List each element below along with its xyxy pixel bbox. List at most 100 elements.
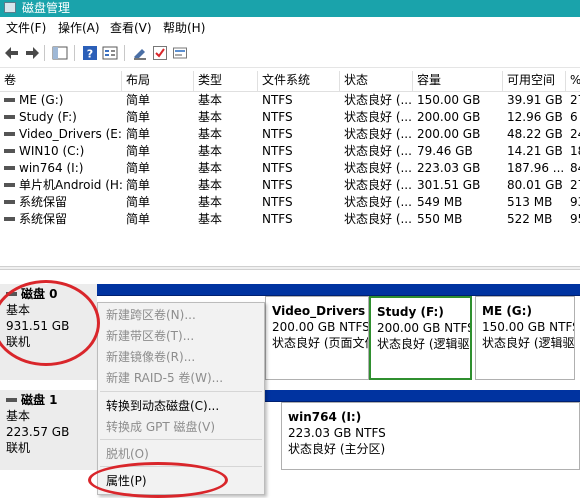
menu-item-new-raid5-volume[interactable]: 新建 RAID-5 卷(W)...	[106, 370, 223, 386]
cell-status-text: 状态良好 (...	[344, 144, 412, 158]
cell-filesystem-text: NTFS	[262, 144, 293, 158]
table-row[interactable]: Study (F:) 简单 基本 NTFS 状态良好 (... 200.00 GB 12.9…	[0, 109, 580, 126]
partition-me[interactable]: ME (G:) 150.00 GB NTFS 状态良好 (逻辑驱	[475, 296, 575, 380]
menu-file[interactable]: 文件(F)	[6, 20, 46, 36]
title-bar: 磁盘管理	[0, 0, 580, 17]
volume-icon	[4, 165, 15, 170]
cell-type: 基本	[194, 126, 258, 143]
cell-percent: 27	[566, 92, 580, 109]
cell-status-text: 状态良好 (...	[344, 212, 412, 226]
menu-view[interactable]: 查看(V)	[110, 20, 152, 36]
cell-capacity-text: 549 MB	[417, 195, 463, 209]
cell-free-space: 80.01 GB	[503, 177, 566, 194]
cell-percent-text: 95	[570, 212, 580, 226]
cell-type-text: 基本	[198, 93, 223, 107]
cell-free-space-text: 39.91 GB	[507, 93, 563, 107]
table-row[interactable]: ME (G:) 简单 基本 NTFS 状态良好 (... 150.00 GB 39.91 G…	[0, 92, 580, 109]
cell-status: 状态良好 (...	[340, 126, 413, 143]
menu-item-new-striped-volume[interactable]: 新建带区卷(T)...	[106, 328, 194, 344]
cell-status: 状态良好 (...	[340, 194, 413, 211]
cell-layout: 简单	[122, 109, 194, 126]
column-header-free-space[interactable]: 可用空间	[503, 71, 566, 91]
cell-capacity: 79.46 GB	[413, 143, 503, 160]
column-header-filesystem[interactable]: 文件系统	[258, 71, 340, 91]
cell-percent: 93	[566, 194, 580, 211]
cell-filesystem: NTFS	[258, 109, 340, 126]
check-icon[interactable]	[152, 45, 168, 61]
volume-icon	[4, 148, 15, 153]
svg-text:?: ?	[87, 48, 93, 61]
pane-splitter[interactable]	[0, 266, 580, 270]
disk-icon[interactable]	[132, 45, 148, 61]
menu-separator	[100, 439, 262, 440]
menu-action[interactable]: 操作(A)	[58, 20, 100, 36]
menu-item-offline[interactable]: 脱机(O)	[106, 446, 149, 462]
console-tree-icon[interactable]	[52, 45, 68, 61]
partition-name: ME (G:)	[482, 304, 532, 318]
menu-item-properties[interactable]: 属性(P)	[106, 473, 147, 489]
table-row[interactable]: Video_Drivers (E:) 简单 基本 NTFS 状态良好 (... 200.0…	[0, 126, 580, 143]
menu-item-new-mirrored-volume[interactable]: 新建镜像卷(R)...	[106, 349, 195, 365]
cell-status-text: 状态良好 (...	[344, 178, 412, 192]
cell-percent-text: 24	[570, 127, 580, 141]
cell-volume: 系统保留	[0, 194, 122, 211]
menu-help[interactable]: 帮助(H)	[163, 20, 205, 36]
cell-type: 基本	[194, 92, 258, 109]
table-row[interactable]: WIN10 (C:) 简单 基本 NTFS 状态良好 (... 79.46 GB 14.21…	[0, 143, 580, 160]
cell-layout-text: 简单	[126, 144, 151, 158]
menu-item-new-spanned-volume[interactable]: 新建跨区卷(N)...	[106, 307, 196, 323]
column-header-layout[interactable]: 布局	[122, 71, 194, 91]
disk-size: 931.51 GB	[6, 319, 70, 333]
volume-icon	[4, 131, 15, 136]
cell-volume-text: win764 (I:)	[19, 161, 84, 175]
cell-capacity: 150.00 GB	[413, 92, 503, 109]
forward-icon[interactable]	[24, 45, 40, 61]
column-header-status[interactable]: 状态	[340, 71, 413, 91]
partition-size: 150.00 GB NTFS	[482, 320, 575, 334]
cell-capacity: 200.00 GB	[413, 109, 503, 126]
cell-free-space-text: 48.22 GB	[507, 127, 563, 141]
disk-title: 磁盘 0	[21, 287, 58, 301]
cell-volume-text: 系统保留	[19, 195, 68, 209]
table-row[interactable]: 单片机Android (H:) 简单 基本 NTFS 状态良好 (... 301.51 G…	[0, 177, 580, 194]
back-icon[interactable]	[4, 45, 20, 61]
disk-type: 基本	[6, 409, 31, 423]
partition-video-drivers[interactable]: Video_Drivers ( 200.00 GB NTFS 状态良好 (页面文…	[265, 296, 369, 380]
menu-item-convert-dynamic[interactable]: 转换到动态磁盘(C)...	[106, 398, 219, 414]
cell-volume: 单片机Android (H:)	[0, 177, 122, 194]
cell-status-text: 状态良好 (...	[344, 127, 412, 141]
cell-layout-text: 简单	[126, 195, 151, 209]
cell-free-space-text: 513 MB	[507, 195, 553, 209]
cell-filesystem: NTFS	[258, 194, 340, 211]
menu-item-convert-gpt[interactable]: 转换成 GPT 磁盘(V)	[106, 419, 215, 435]
cell-percent: 18	[566, 143, 580, 160]
column-header-type[interactable]: 类型	[194, 71, 258, 91]
cell-type: 基本	[194, 109, 258, 126]
cell-volume: WIN10 (C:)	[0, 143, 122, 160]
properties-icon[interactable]	[102, 45, 118, 61]
cell-status: 状态良好 (...	[340, 160, 413, 177]
cell-layout-text: 简单	[126, 110, 151, 124]
cell-free-space: 39.91 GB	[503, 92, 566, 109]
column-header-volume[interactable]: 卷	[0, 71, 122, 91]
column-header-percent[interactable]: %	[566, 71, 580, 91]
cell-volume-text: 系统保留	[19, 212, 68, 226]
volume-icon	[4, 182, 15, 187]
partition-study[interactable]: Study (F:) 200.00 GB NTFS 状态良好 (逻辑驱	[369, 296, 472, 380]
table-row[interactable]: win764 (I:) 简单 基本 NTFS 状态良好 (... 223.03 GB 187…	[0, 160, 580, 177]
cell-layout-text: 简单	[126, 212, 151, 226]
settings-icon[interactable]	[172, 45, 188, 61]
disk-1-label[interactable]: 磁盘 1 基本 223.57 GB 联机	[0, 390, 97, 470]
table-row[interactable]: 系统保留 简单 基本 NTFS 状态良好 (... 550 MB 522 MB 95	[0, 211, 580, 228]
column-header-capacity[interactable]: 容量	[413, 71, 503, 91]
table-row[interactable]: 系统保留 简单 基本 NTFS 状态良好 (... 549 MB 513 MB 93	[0, 194, 580, 211]
cell-percent-text: 84	[570, 161, 580, 175]
disk-0-label[interactable]: 磁盘 0 基本 931.51 GB 联机	[0, 284, 97, 380]
help-icon[interactable]: ?	[82, 45, 98, 61]
cell-layout-text: 简单	[126, 93, 151, 107]
toolbar-separator	[74, 45, 75, 61]
cell-filesystem-text: NTFS	[262, 161, 293, 175]
cell-capacity-text: 79.46 GB	[417, 144, 473, 158]
cell-capacity-text: 200.00 GB	[417, 127, 481, 141]
partition-win764[interactable]: win764 (I:) 223.03 GB NTFS 状态良好 (主分区)	[281, 402, 580, 470]
